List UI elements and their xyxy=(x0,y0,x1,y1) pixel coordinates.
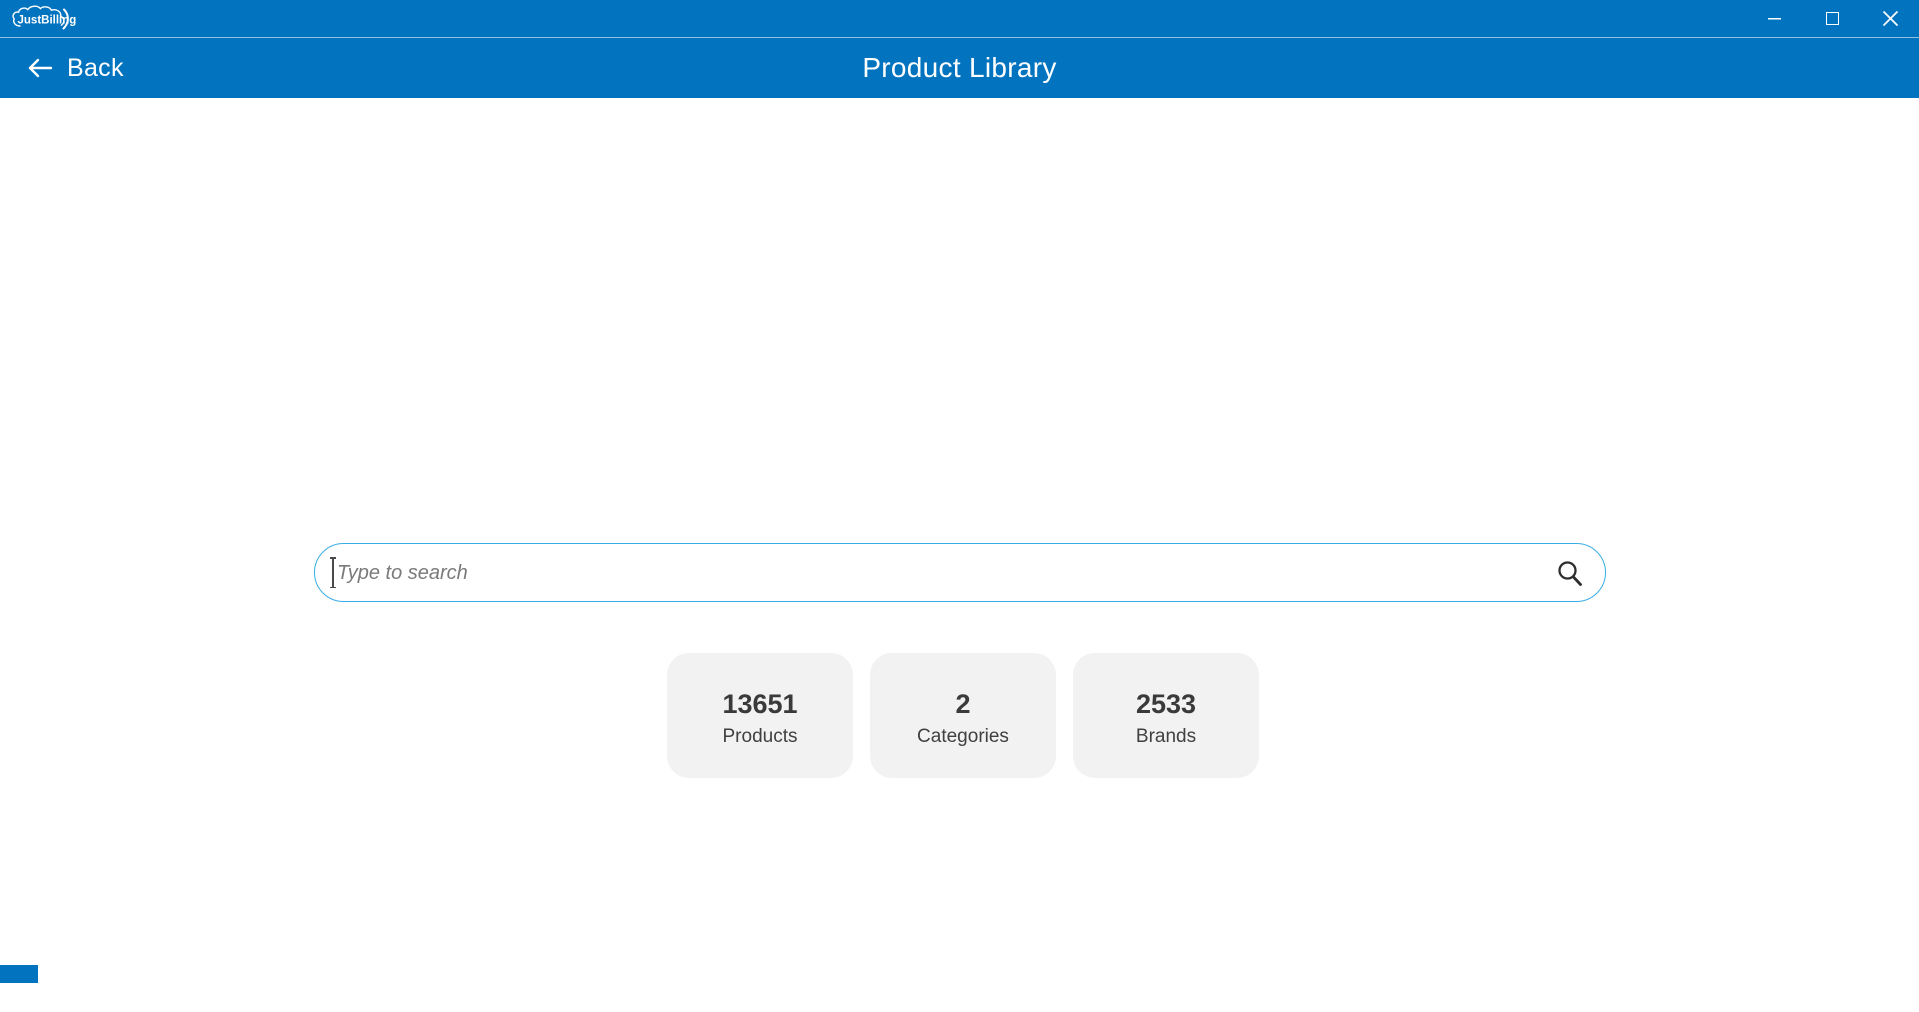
close-button[interactable] xyxy=(1861,0,1919,37)
app-window: JustBilling Back xyxy=(0,0,1919,1012)
stat-card-brands[interactable]: 2533 Brands xyxy=(1073,653,1259,778)
stat-value: 2 xyxy=(955,689,970,720)
maximize-button[interactable] xyxy=(1803,0,1861,37)
back-label: Back xyxy=(67,54,124,83)
stat-label: Categories xyxy=(917,726,1009,748)
logo-text: JustBilling xyxy=(18,15,77,27)
minimize-button[interactable] xyxy=(1745,0,1803,37)
stat-card-categories[interactable]: 2 Categories xyxy=(870,653,1056,778)
search-box[interactable] xyxy=(314,543,1606,602)
page-title: Product Library xyxy=(0,38,1919,98)
window-controls xyxy=(1745,0,1919,37)
text-caret xyxy=(332,557,334,588)
stat-value: 13651 xyxy=(722,689,797,720)
back-button[interactable]: Back xyxy=(26,38,124,98)
back-arrow-icon xyxy=(26,56,54,80)
stat-value: 2533 xyxy=(1136,689,1196,720)
stats-row: 13651 Products 2 Categories 2533 Brands xyxy=(667,653,1259,778)
justbilling-logo: JustBilling xyxy=(8,4,84,34)
stat-card-products[interactable]: 13651 Products xyxy=(667,653,853,778)
search-icon[interactable] xyxy=(1557,560,1583,587)
stat-label: Products xyxy=(723,726,798,748)
cloud-logo-icon: JustBilling xyxy=(8,4,84,34)
titlebar: JustBilling xyxy=(0,0,1919,37)
stat-label: Brands xyxy=(1136,726,1196,748)
search-input[interactable] xyxy=(335,544,1559,602)
close-icon xyxy=(1882,10,1899,27)
page-header: Back Product Library xyxy=(0,38,1919,98)
maximize-icon xyxy=(1826,12,1839,25)
minimize-icon xyxy=(1768,18,1781,19)
bottom-left-accent xyxy=(0,965,38,983)
